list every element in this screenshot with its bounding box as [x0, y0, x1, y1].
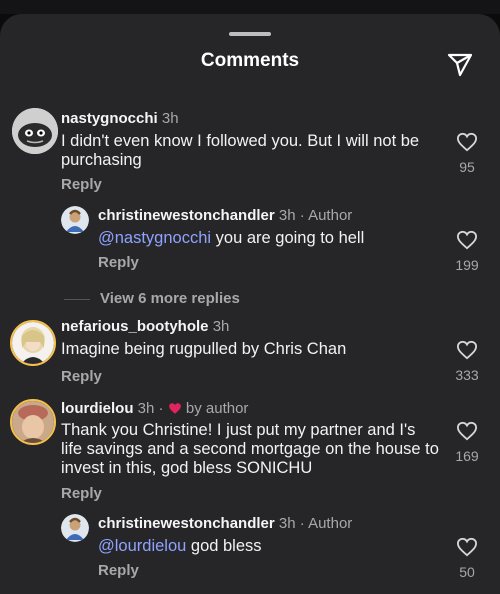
comment-text: I didn't even know I followed you. But I… [61, 132, 420, 169]
reply-button[interactable]: Reply [98, 562, 139, 579]
comment-meta: nefarious_bootyhole 3h [61, 318, 229, 335]
comment-meta: christinewestonchandler 3h · Author [98, 207, 352, 224]
username[interactable]: nefarious_bootyhole [61, 318, 209, 335]
reply-button[interactable]: Reply [61, 368, 102, 385]
comment-text: @nastygnocchi you are going to hell [98, 229, 438, 248]
comment-text-rest: you are going to hell [211, 229, 365, 247]
status-bar-strip [0, 0, 500, 14]
comment-text: Thank you Christine! I just put my partn… [61, 421, 439, 477]
comment-meta: lourdielou 3h · by author [61, 400, 248, 417]
avatar[interactable] [12, 108, 58, 154]
heart-icon[interactable] [456, 421, 478, 441]
divider [64, 298, 90, 300]
heart-icon[interactable] [456, 340, 478, 360]
username[interactable]: christinewestonchandler [98, 515, 275, 532]
like-count: 199 [455, 257, 479, 273]
timestamp: 3h [161, 110, 179, 127]
reply-button[interactable]: Reply [61, 485, 102, 502]
liked-by-author-heart-icon [168, 403, 181, 414]
like-count: 50 [459, 564, 475, 580]
drag-handle[interactable] [229, 32, 271, 36]
username[interactable]: lourdielou [61, 400, 134, 417]
comments-sheet: Comments nastygnocchi 3h I didn't even k… [0, 14, 500, 594]
separator: · [158, 400, 168, 417]
avatar[interactable] [61, 206, 89, 234]
author-tag: · Author [299, 207, 353, 224]
timestamp: 3h [278, 207, 296, 224]
like-count: 169 [455, 448, 479, 464]
view-more-label: View 6 more replies [100, 290, 240, 307]
liked-by-author-label: by author [185, 400, 249, 417]
comment-meta: christinewestonchandler 3h · Author [98, 515, 352, 532]
like-count: 95 [459, 159, 475, 175]
reply-button[interactable]: Reply [61, 176, 102, 193]
paper-plane-icon[interactable] [446, 50, 474, 78]
timestamp: 3h [278, 515, 296, 532]
mention-link[interactable]: @nastygnocchi [98, 229, 211, 247]
heart-icon[interactable] [456, 132, 478, 152]
reply-button[interactable]: Reply [98, 254, 139, 271]
comment-text: Imagine being rugpulled by Chris Chan [61, 340, 347, 358]
heart-icon[interactable] [456, 537, 478, 557]
timestamp: 3h [212, 318, 230, 335]
username[interactable]: nastygnocchi [61, 110, 158, 127]
like-count: 333 [455, 367, 479, 383]
view-more-replies[interactable]: View 6 more replies [64, 290, 240, 307]
heart-icon[interactable] [456, 230, 478, 250]
avatar[interactable] [10, 399, 56, 445]
timestamp: 3h [137, 400, 155, 417]
comment-meta: nastygnocchi 3h [61, 110, 179, 127]
avatar[interactable] [10, 320, 56, 366]
comment-text: @lourdielou god bless [98, 537, 438, 556]
username[interactable]: christinewestonchandler [98, 207, 275, 224]
comment-text-rest: god bless [186, 537, 262, 555]
sheet-title: Comments [200, 50, 300, 71]
mention-link[interactable]: @lourdielou [98, 537, 186, 555]
author-tag: · Author [299, 515, 353, 532]
avatar[interactable] [61, 514, 89, 542]
